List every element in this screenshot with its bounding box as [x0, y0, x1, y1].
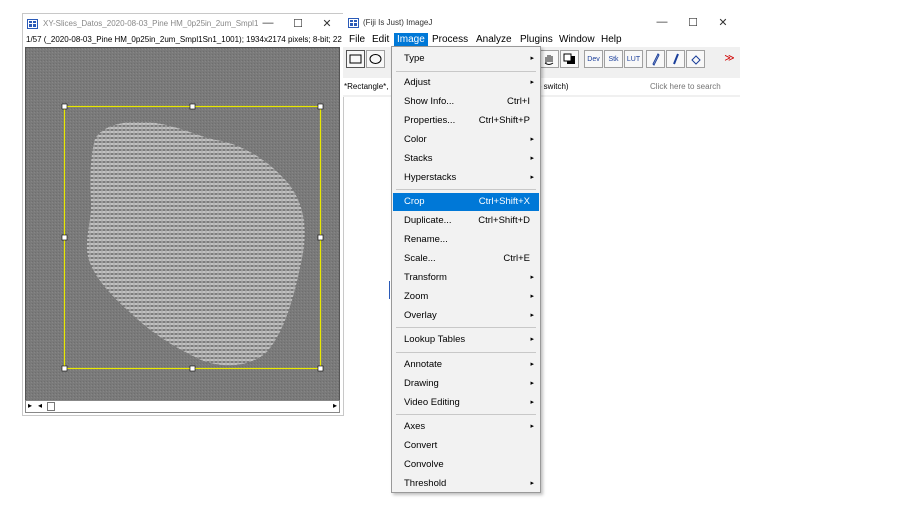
- fiji-titlebar[interactable]: (Fiji Is Just) ImageJ — ☐ ✕: [343, 13, 740, 33]
- menu-item-adjust[interactable]: Adjust ▸: [393, 74, 539, 92]
- menu-item-annotate[interactable]: Annotate ▸: [393, 356, 539, 374]
- menu-item-type[interactable]: Type ▸: [393, 50, 539, 68]
- brush-tool-icon[interactable]: [666, 50, 685, 68]
- menu-item-rename[interactable]: Rename...: [393, 231, 539, 249]
- menu-item-duplicate[interactable]: Duplicate... Ctrl+Shift+D: [393, 212, 539, 230]
- status-text: *Rectangle*,: [344, 82, 389, 91]
- menu-window[interactable]: Window: [556, 33, 598, 47]
- imagej-app-icon: [27, 19, 38, 29]
- stack-tools-button[interactable]: Stk: [604, 50, 623, 68]
- menu-separator: [396, 71, 536, 72]
- image-window: XY-Slices_Datos_2020-08-03_Pine HM_0p25i…: [22, 13, 344, 416]
- menu-separator: [396, 327, 536, 328]
- play-icon[interactable]: ▸: [28, 401, 32, 410]
- menu-bar: File Edit Image Process Analyze Plugins …: [343, 33, 740, 47]
- minimize-button[interactable]: —: [653, 16, 671, 28]
- more-tools-icon[interactable]: ≫: [720, 50, 739, 68]
- menu-item-hyperstacks[interactable]: Hyperstacks ▸: [393, 169, 539, 187]
- menu-item-video-editing[interactable]: Video Editing ▸: [393, 394, 539, 412]
- image-window-titlebar[interactable]: XY-Slices_Datos_2020-08-03_Pine HM_0p25i…: [23, 14, 343, 34]
- menu-item-transform[interactable]: Transform ▸: [393, 269, 539, 287]
- menu-item-axes[interactable]: Axes ▸: [393, 418, 539, 436]
- menu-plugins[interactable]: Plugins: [517, 33, 556, 47]
- close-button[interactable]: ✕: [714, 16, 732, 29]
- fiji-title: (Fiji Is Just) ImageJ: [363, 18, 433, 27]
- roi-rectangle[interactable]: [26, 48, 340, 400]
- menu-help[interactable]: Help: [598, 33, 625, 47]
- maximize-button[interactable]: ☐: [289, 17, 307, 30]
- minimize-button[interactable]: —: [259, 17, 277, 29]
- text-caret: [389, 281, 390, 299]
- menu-item-threshold[interactable]: Threshold ▸: [393, 475, 539, 493]
- maximize-button[interactable]: ☐: [684, 16, 702, 29]
- oval-tool-icon[interactable]: [366, 50, 385, 68]
- pencil-tool-icon[interactable]: [646, 50, 665, 68]
- menu-analyze[interactable]: Analyze: [473, 33, 515, 47]
- menu-image[interactable]: Image: [394, 33, 428, 47]
- menu-item-drawing[interactable]: Drawing ▸: [393, 375, 539, 393]
- image-info-line: 1/57 (_2020-08-03_Pine HM_0p25in_2um_Smp…: [26, 35, 342, 44]
- menu-item-convert[interactable]: Convert: [393, 437, 539, 455]
- menu-item-convolve[interactable]: Convolve: [393, 456, 539, 474]
- menu-item-lookup-tables[interactable]: Lookup Tables ▸: [393, 331, 539, 349]
- status-text-tail: o switch): [537, 82, 569, 91]
- image-dropdown-menu: Type ▸ Adjust ▸ Show Info... Ctrl+I Propert…: [391, 46, 541, 493]
- menu-separator: [396, 414, 536, 415]
- flood-fill-tool-icon[interactable]: [686, 50, 705, 68]
- menu-item-show-info[interactable]: Show Info... Ctrl+I: [393, 93, 539, 111]
- menu-separator: [396, 189, 536, 190]
- menu-process[interactable]: Process: [429, 33, 471, 47]
- scroll-right-icon[interactable]: ▸: [333, 401, 337, 410]
- menu-item-scale[interactable]: Scale... Ctrl+E: [393, 250, 539, 268]
- search-input[interactable]: [646, 79, 740, 94]
- scrollbar-thumb[interactable]: [47, 402, 55, 411]
- menu-edit[interactable]: Edit: [369, 33, 392, 47]
- menu-item-color[interactable]: Color ▸: [393, 131, 539, 149]
- hand-tool-icon[interactable]: [540, 50, 559, 68]
- menu-item-overlay[interactable]: Overlay ▸: [393, 307, 539, 325]
- menu-file[interactable]: File: [346, 33, 368, 47]
- menu-item-zoom[interactable]: Zoom ▸: [393, 288, 539, 306]
- scroll-left-icon[interactable]: ◂: [38, 401, 42, 410]
- rectangle-tool-icon[interactable]: [346, 50, 365, 68]
- menu-item-crop[interactable]: Crop Ctrl+Shift+X: [393, 193, 539, 211]
- developer-menu-button[interactable]: Dev: [584, 50, 603, 68]
- close-button[interactable]: ✕: [318, 17, 336, 30]
- imagej-app-icon: [348, 18, 359, 28]
- menu-item-stacks[interactable]: Stacks ▸: [393, 150, 539, 168]
- menu-item-properties[interactable]: Properties... Ctrl+Shift+P: [393, 112, 539, 130]
- slice-scrollbar[interactable]: ▸ ◂ ▸: [25, 400, 340, 413]
- lut-menu-button[interactable]: LUT: [624, 50, 643, 68]
- color-picker-icon[interactable]: [560, 50, 579, 68]
- image-canvas[interactable]: [25, 47, 340, 411]
- image-window-title: XY-Slices_Datos_2020-08-03_Pine HM_0p25i…: [43, 19, 258, 28]
- menu-separator: [396, 352, 536, 353]
